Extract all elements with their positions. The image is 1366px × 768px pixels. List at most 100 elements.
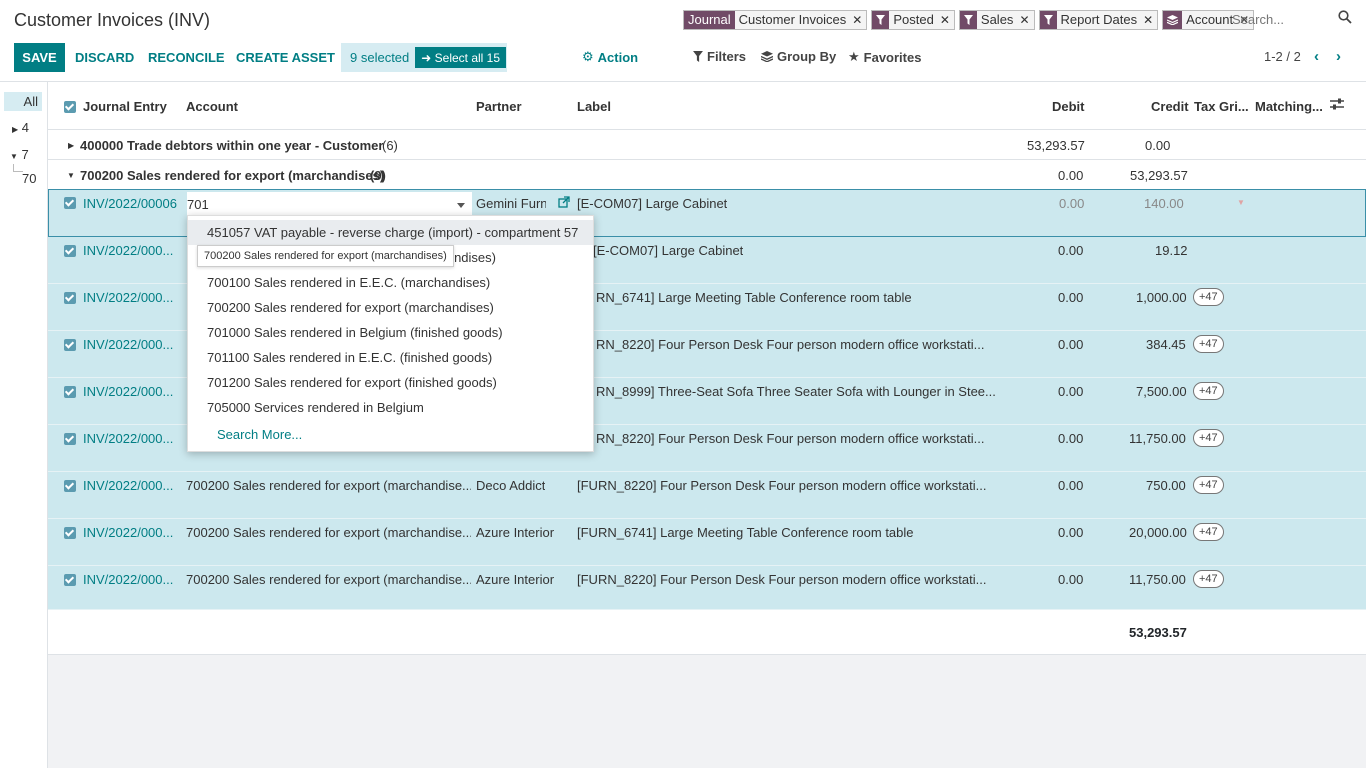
facet-report-dates[interactable]: Report Dates ✕ [1038,9,1159,30]
tax-grid-badge[interactable]: +47 [1193,570,1224,588]
column-label[interactable]: Label [577,99,611,114]
dropdown-item[interactable]: 700100 Sales rendered in E.E.C. (marchan… [188,270,593,295]
row-checkbox[interactable] [64,527,76,539]
dropdown-tooltip: 700200 Sales rendered for export (marcha… [197,245,454,267]
group-row-700200[interactable]: ▼ 700200 Sales rendered for export (marc… [48,160,1366,190]
dropdown-item[interactable]: 701200 Sales rendered for export (finish… [188,370,593,395]
row-label[interactable]: [E-COM07] Large Cabinet [577,196,727,211]
group-name: 400000 Trade debtors within one year - C… [80,138,384,153]
row-account: 700200 Sales rendered for export (marcha… [186,525,471,540]
gear-icon: ⚙ [582,49,594,64]
row-credit: 1,000.00 [1136,290,1187,305]
discard-button[interactable]: DISCARD [75,43,134,72]
dropdown-item[interactable]: 705000 Services rendered in Belgium [188,395,593,420]
row-journal-entry[interactable]: INV/2022/000... [83,478,173,493]
row-journal-entry[interactable]: INV/2022/000... [83,337,173,352]
row-journal-entry[interactable]: INV/2022/000... [83,384,173,399]
close-icon[interactable]: ✕ [850,11,866,29]
dropdown-item[interactable]: 700200 Sales rendered for export (marcha… [188,295,593,320]
dropdown-item[interactable]: 701100 Sales rendered in E.E.C. (finishe… [188,345,593,370]
table-row[interactable]: INV/2022/000... 700200 Sales rendered fo… [48,472,1366,519]
hierarchy-all[interactable]: All [4,92,42,111]
hierarchy-item-70[interactable]: 70 [22,171,36,186]
tax-grid-badge[interactable]: +47 [1193,523,1224,541]
row-journal-entry[interactable]: INV/2022/000... [83,243,173,258]
row-journal-entry[interactable]: INV/2022/00006 [83,196,185,211]
row-checkbox[interactable] [64,480,76,492]
row-checkbox[interactable] [64,197,76,209]
facet-sales[interactable]: Sales ✕ [958,9,1035,30]
reconcile-button[interactable]: RECONCILE [148,43,225,72]
row-credit: 11,750.00 [1129,431,1186,446]
group-row-400000[interactable]: ▶ 400000 Trade debtors within one year -… [48,130,1366,160]
hierarchy-item-4[interactable]: ▶ 4 [12,120,29,135]
row-journal-entry[interactable]: INV/2022/000... [83,572,173,587]
tax-grid-badge[interactable]: +47 [1193,382,1224,400]
row-credit: 7,500.00 [1136,384,1187,399]
caret-down-icon[interactable]: ▼ [1237,198,1245,207]
select-all-checkbox[interactable] [64,101,76,113]
row-journal-entry[interactable]: INV/2022/000... [83,290,173,305]
row-checkbox[interactable] [64,245,76,257]
column-account[interactable]: Account [186,99,238,114]
group-debit: 0.00 [1058,168,1084,183]
row-checkbox[interactable] [64,292,76,304]
row-account: 700200 Sales rendered for export (marcha… [186,478,471,493]
row-credit[interactable]: 140.00 [1144,196,1184,211]
sliders-icon[interactable] [1330,97,1344,114]
column-journal-entry[interactable]: Journal Entry [83,99,167,114]
favorites-button[interactable]: ★ Favorites [848,49,921,65]
filters-button[interactable]: Filters [693,49,746,64]
facet-posted[interactable]: Posted ✕ [871,9,955,30]
tax-grid-badge[interactable]: +47 [1193,288,1224,306]
row-journal-entry[interactable]: INV/2022/000... [83,525,173,540]
row-checkbox[interactable] [64,574,76,586]
group-by-button[interactable]: Group By [761,49,836,64]
row-checkbox[interactable] [64,386,76,398]
column-credit[interactable]: Credit [1151,99,1189,114]
action-menu-button[interactable]: ⚙ Action [582,49,638,65]
group-count: (9) [370,168,386,183]
search-icon[interactable] [1338,10,1352,24]
column-partner[interactable]: Partner [476,99,522,114]
close-icon[interactable]: ✕ [1017,11,1033,29]
dropdown-item[interactable]: 451057 VAT payable - reverse charge (imp… [188,220,593,245]
search-more-link[interactable]: Search More... [188,422,593,447]
tax-grid-badge[interactable]: +47 [1193,429,1224,447]
table-row[interactable]: INV/2022/000... 700200 Sales rendered fo… [48,519,1366,566]
facet-journal[interactable]: Journal Customer Invoices ✕ [683,9,868,30]
layers-icon [761,51,773,62]
row-debit: 0.00 [1058,525,1084,540]
action-label: Action [597,49,639,65]
group-credit: 53,293.57 [1130,168,1188,183]
arrow-right-icon: ➜ [421,50,435,65]
table-header: Journal Entry Account Partner Label Debi… [48,82,1366,130]
search-input[interactable] [1232,9,1332,29]
row-journal-entry[interactable]: INV/2022/000... [83,431,173,446]
filters-label: Filters [707,49,747,64]
table-row[interactable]: INV/2022/000... 700200 Sales rendered fo… [48,566,1366,610]
close-icon[interactable]: ✕ [938,11,954,29]
external-link-icon[interactable] [558,196,570,211]
row-debit[interactable]: 0.00 [1059,196,1084,211]
chevron-right-icon[interactable]: › [1336,48,1341,65]
hierarchy-item-7[interactable]: ▼ 7 [10,147,29,162]
row-checkbox[interactable] [64,339,76,351]
column-matching[interactable]: Matching... [1255,99,1323,114]
chevron-left-icon[interactable]: ‹ [1314,48,1319,65]
save-button[interactable]: SAVE [14,43,65,72]
column-debit[interactable]: Debit [1052,99,1085,114]
column-tax-grids[interactable]: Tax Gri... [1194,99,1249,114]
select-all-button[interactable]: ➜ Select all 15 [415,47,507,68]
dropdown-item[interactable]: 701000 Sales rendered in Belgium (finish… [188,320,593,345]
create-asset-button[interactable]: CREATE ASSET [236,43,335,72]
row-label: RN_8220] Four Person Desk Four person mo… [596,431,985,446]
row-checkbox[interactable] [64,433,76,445]
close-icon[interactable]: ✕ [1141,11,1157,29]
filter-icon [693,51,703,62]
tax-grid-badge[interactable]: +47 [1193,476,1224,494]
chevron-down-icon[interactable] [457,203,465,208]
row-partner[interactable]: Gemini Furnit [476,196,546,211]
pager-value[interactable]: 1-2 / 2 [1264,49,1301,64]
tax-grid-badge[interactable]: +47 [1193,335,1224,353]
